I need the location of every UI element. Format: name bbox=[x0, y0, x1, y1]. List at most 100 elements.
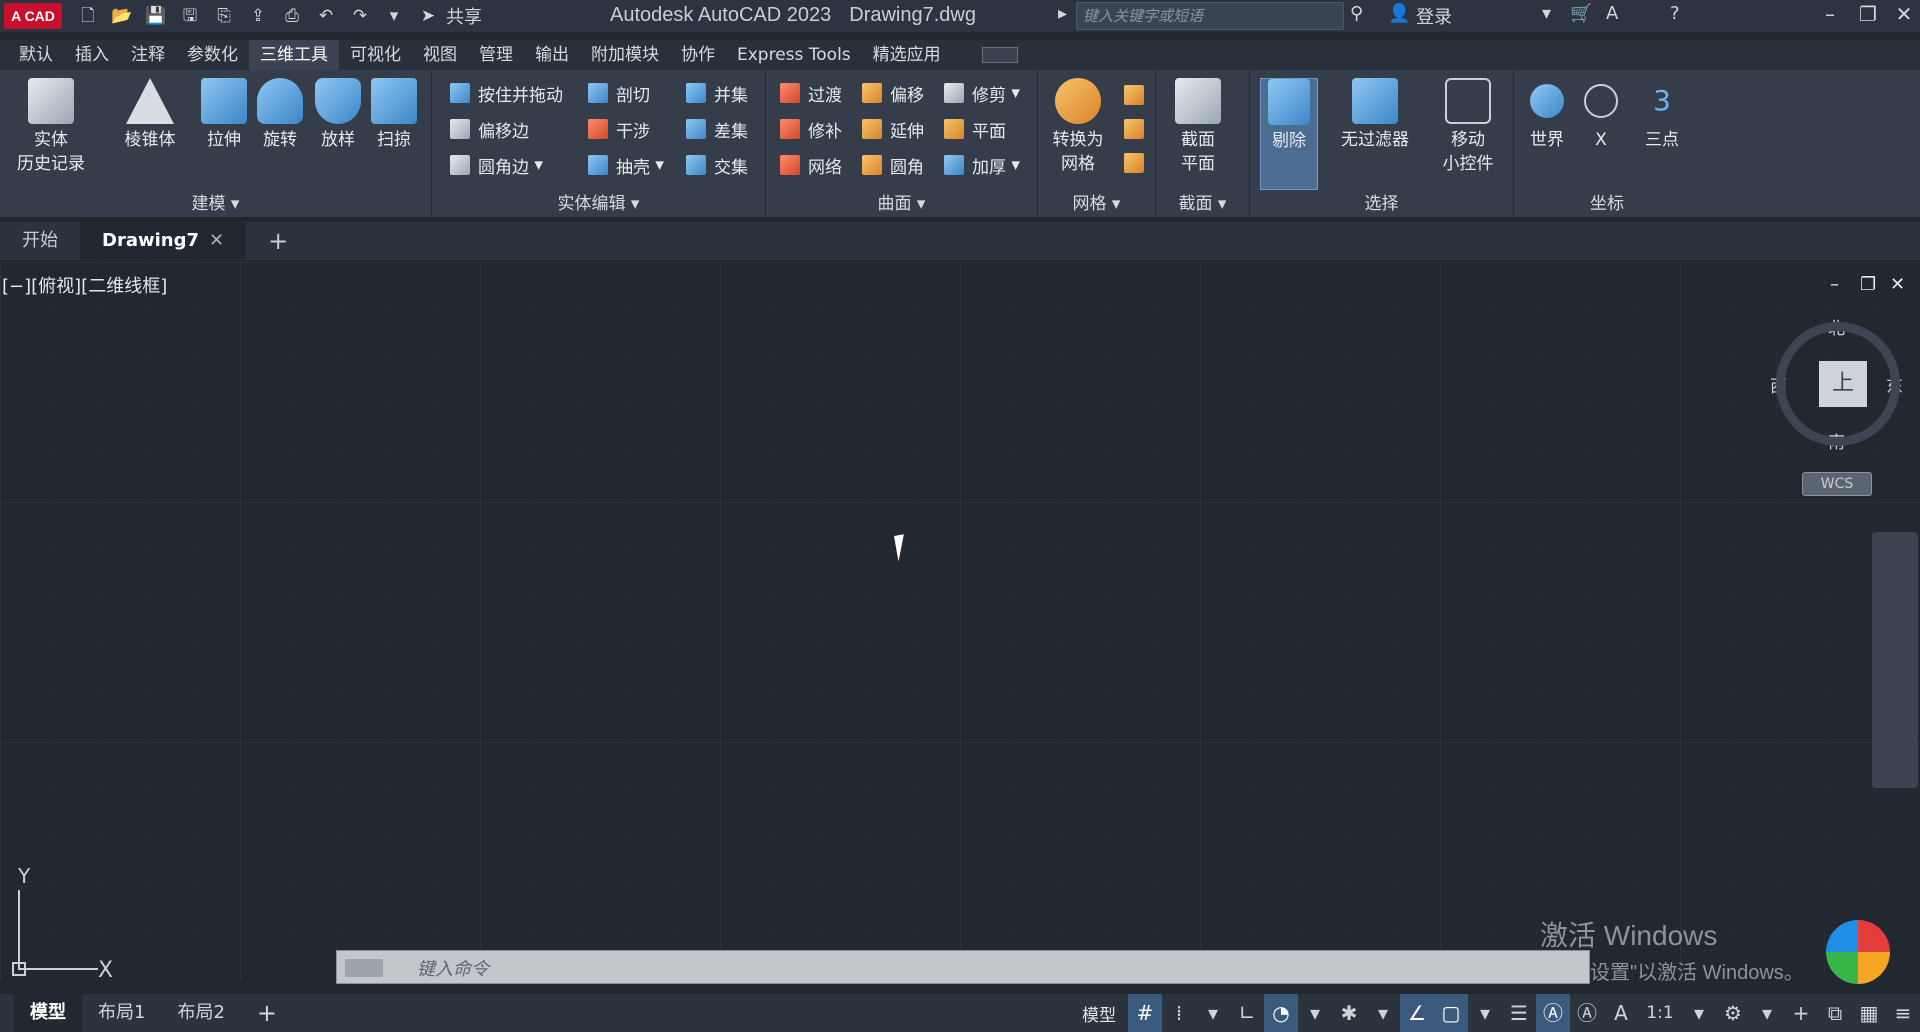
isolate-objects-icon[interactable]: ⧉ bbox=[1818, 994, 1852, 1032]
minimize-icon[interactable]: – bbox=[1810, 2, 1850, 26]
tab-annotate[interactable]: 注释 bbox=[120, 40, 176, 70]
drawing-viewport[interactable]: [−][俯视][二维线框] – ❐ ✕ 北 南 东 西 上 WCS Y X 激活… bbox=[0, 262, 1920, 984]
tab-model[interactable]: 模型 bbox=[14, 994, 82, 1032]
viewcube[interactable]: 上 bbox=[1776, 322, 1900, 446]
customize-qa-icon[interactable]: ▾ bbox=[382, 5, 406, 27]
search-input[interactable]: 键入关键字或短语 bbox=[1076, 2, 1344, 30]
user-icon[interactable]: 👤 bbox=[1388, 3, 1410, 24]
share-button[interactable]: 共享 bbox=[446, 3, 482, 29]
annotation-visibility-icon[interactable]: Ⓐ bbox=[1536, 994, 1570, 1032]
tab-insert[interactable]: 插入 bbox=[64, 40, 120, 70]
annotation-scale-value[interactable]: 1:1 bbox=[1638, 994, 1682, 1032]
tab-layout2[interactable]: 布局2 bbox=[161, 994, 240, 1032]
autocad-logo[interactable]: A CAD bbox=[4, 3, 62, 29]
dynamic-ucs-icon[interactable]: ▢ bbox=[1434, 994, 1468, 1032]
save-icon[interactable]: 💾 bbox=[144, 5, 168, 27]
close-icon[interactable]: ✕ bbox=[1884, 2, 1920, 26]
no-filter-button[interactable]: 无过滤器 bbox=[1332, 78, 1418, 152]
hardware-acceleration-icon[interactable]: ▦ bbox=[1852, 994, 1886, 1032]
tab-parametric[interactable]: 参数化 bbox=[176, 40, 249, 70]
tab-manage[interactable]: 管理 bbox=[468, 40, 524, 70]
pyramid-button[interactable]: 棱锥体 bbox=[118, 78, 182, 152]
tab-visualize[interactable]: 可视化 bbox=[339, 40, 412, 70]
extrude-button[interactable]: 拉伸 bbox=[192, 78, 256, 152]
open-icon[interactable]: 📂 bbox=[110, 5, 134, 27]
section-plane-button[interactable]: 截面 平面 bbox=[1166, 78, 1230, 176]
auto-scale-icon[interactable]: Ⓐ bbox=[1570, 994, 1604, 1032]
tab-3d-tools[interactable]: 三维工具 bbox=[249, 40, 339, 70]
restore-icon[interactable]: ❐ bbox=[1848, 2, 1888, 26]
save-as-icon[interactable]: 🖫 bbox=[178, 5, 202, 27]
viewcube-top-face[interactable]: 上 bbox=[1819, 361, 1867, 407]
three-point-ucs-button[interactable]: 3 三点 bbox=[1632, 78, 1692, 152]
offset-edge-button[interactable]: 偏移边 bbox=[450, 116, 529, 142]
close-tab-icon[interactable]: ✕ bbox=[209, 230, 224, 251]
grid-icon[interactable]: # bbox=[1128, 994, 1162, 1032]
x-rotate-ucs-button[interactable]: X bbox=[1576, 78, 1626, 152]
help-icon[interactable]: ? bbox=[1670, 3, 1680, 24]
tab-output[interactable]: 输出 bbox=[524, 40, 580, 70]
thicken-button[interactable]: 加厚 ▾ bbox=[944, 152, 1020, 178]
isodraft-icon[interactable]: ✱ bbox=[1332, 994, 1366, 1032]
panel-title-mesh[interactable]: 网格 ▾ bbox=[1038, 189, 1155, 214]
trim-button[interactable]: 修剪 ▾ bbox=[944, 80, 1020, 106]
mesh-smooth-button[interactable] bbox=[1124, 82, 1152, 108]
viewport-close-icon[interactable]: ✕ bbox=[1890, 274, 1905, 295]
loft-button[interactable]: 放样 bbox=[306, 78, 370, 152]
tab-drawing7[interactable]: Drawing7 ✕ bbox=[80, 222, 247, 260]
extend-button[interactable]: 延伸 bbox=[862, 116, 924, 142]
tab-layout1[interactable]: 布局1 bbox=[82, 994, 161, 1032]
redo-icon[interactable]: ↷ bbox=[348, 5, 372, 27]
autodesk-account-icon[interactable]: A bbox=[1606, 3, 1618, 24]
tab-express-tools[interactable]: Express Tools bbox=[726, 40, 862, 70]
surface-offset-button[interactable]: 偏移 bbox=[862, 80, 924, 106]
solid-history-button[interactable]: 实体 历史记录 bbox=[8, 78, 94, 176]
osnap-dropdown-icon[interactable]: ▾ bbox=[1468, 994, 1502, 1032]
object-snap-icon[interactable]: ∠ bbox=[1400, 994, 1434, 1032]
customization-menu-icon[interactable]: ≡ bbox=[1886, 994, 1920, 1032]
command-input[interactable]: 键入命令 bbox=[417, 955, 489, 981]
viewport-controls-label[interactable]: [−][俯视][二维线框] bbox=[2, 272, 167, 298]
ribbon-toggle-icon[interactable] bbox=[981, 47, 1018, 63]
tab-addins[interactable]: 附加模块 bbox=[580, 40, 670, 70]
settings-gear-icon[interactable]: ⚙ bbox=[1716, 994, 1750, 1032]
panel-title-surface[interactable]: 曲面 ▾ bbox=[766, 189, 1037, 214]
mesh-refine-button[interactable] bbox=[1124, 116, 1152, 142]
panel-title-section[interactable]: 截面 ▾ bbox=[1156, 189, 1249, 214]
cart-icon[interactable]: 🛒 bbox=[1570, 3, 1592, 24]
tab-view[interactable]: 视图 bbox=[412, 40, 468, 70]
snap-icon[interactable]: ⁞ bbox=[1162, 994, 1196, 1032]
blend-button[interactable]: 过渡 bbox=[780, 80, 842, 106]
workspace-dropdown-icon[interactable]: ▾ bbox=[1750, 994, 1784, 1032]
plus-icon[interactable]: + bbox=[1784, 994, 1818, 1032]
add-layout-icon[interactable]: + bbox=[241, 994, 293, 1032]
open-web-icon[interactable]: ⎘ bbox=[212, 5, 236, 27]
world-ucs-button[interactable]: 世界 bbox=[1522, 78, 1572, 152]
object-snap-tracking-icon[interactable]: ▾ bbox=[1366, 994, 1400, 1032]
slice-button[interactable]: 剖切 bbox=[588, 80, 650, 106]
login-button[interactable]: 登录 bbox=[1416, 3, 1452, 29]
lineweight-icon[interactable]: ☰ bbox=[1502, 994, 1536, 1032]
panel-title-solid-edit[interactable]: 实体编辑 ▾ bbox=[432, 189, 765, 214]
save-web-icon[interactable]: ⇪ bbox=[246, 5, 270, 27]
command-line[interactable]: 键入命令 bbox=[336, 950, 1590, 984]
plot-icon[interactable]: ⎙ bbox=[280, 5, 304, 27]
undo-icon[interactable]: ↶ bbox=[314, 5, 338, 27]
convert-to-mesh-button[interactable]: 转换为 网格 bbox=[1042, 78, 1114, 176]
ortho-icon[interactable]: ∟ bbox=[1230, 994, 1264, 1032]
wcs-menu[interactable]: WCS bbox=[1802, 472, 1872, 496]
search-icon[interactable]: ⚲ bbox=[1350, 3, 1363, 24]
network-button[interactable]: 网络 bbox=[780, 152, 842, 178]
new-tab-icon[interactable]: + bbox=[246, 222, 310, 260]
share-icon[interactable]: ➤ bbox=[416, 5, 440, 27]
navigation-bar[interactable] bbox=[1872, 532, 1918, 788]
presspull-button[interactable]: 按住并拖动 bbox=[450, 80, 563, 106]
tab-start[interactable]: 开始 bbox=[0, 222, 80, 260]
fillet-edge-button[interactable]: 圆角边 ▾ bbox=[450, 152, 543, 178]
viewport-minimize-icon[interactable]: – bbox=[1830, 274, 1839, 295]
panel-title-modeling[interactable]: 建模 ▾ bbox=[0, 189, 431, 214]
culling-button[interactable]: 剔除 bbox=[1260, 78, 1318, 190]
interfere-button[interactable]: 干涉 bbox=[588, 116, 650, 142]
tab-default[interactable]: 默认 bbox=[8, 40, 64, 70]
intersect-button[interactable]: 交集 bbox=[686, 152, 748, 178]
